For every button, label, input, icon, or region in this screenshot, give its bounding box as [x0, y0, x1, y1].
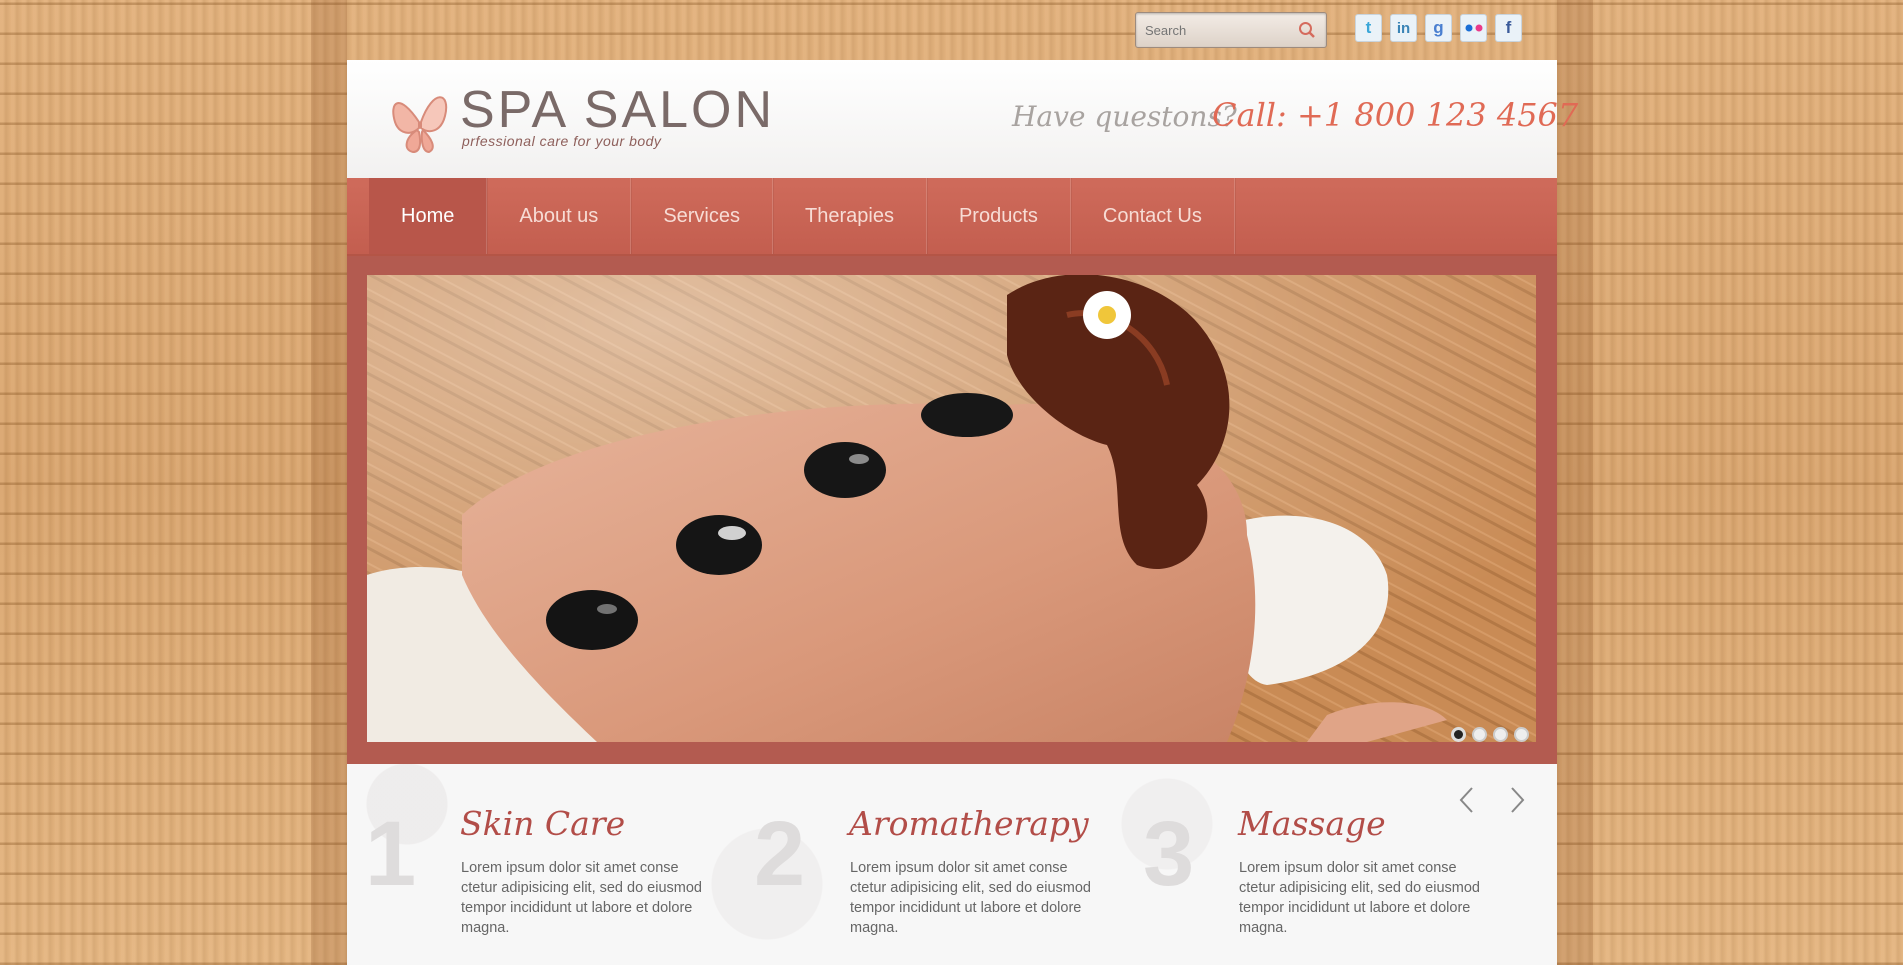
- linkedin-icon[interactable]: in: [1390, 14, 1417, 42]
- questions-text: Have questons?: [1012, 100, 1237, 133]
- page-container: SPA SALON prfessional care for your body…: [347, 60, 1578, 965]
- twitter-icon[interactable]: t: [1355, 14, 1382, 42]
- nav-therapies[interactable]: Therapies: [773, 178, 927, 254]
- nav-home[interactable]: Home: [369, 178, 488, 254]
- service-title[interactable]: Skin Care: [460, 804, 625, 843]
- service-title[interactable]: Massage: [1238, 804, 1386, 843]
- site-tagline: prfessional care for your body: [462, 133, 662, 149]
- services-section: 1 Skin Care Lorem ipsum dolor sit amet c…: [347, 764, 1557, 965]
- search-icon[interactable]: [1298, 21, 1316, 39]
- phone-number: Call: +1 800 123 4567: [1212, 96, 1579, 134]
- slider-dot-3[interactable]: [1493, 727, 1508, 742]
- nav-about-us[interactable]: About us: [487, 178, 632, 254]
- slide-image: [367, 275, 1536, 742]
- nav-products[interactable]: Products: [927, 178, 1071, 254]
- flickr-icon[interactable]: [1460, 14, 1487, 42]
- slider: [347, 256, 1557, 764]
- nav-contact-us[interactable]: Contact Us: [1071, 178, 1235, 254]
- service-text: Lorem ipsum dolor sit amet conse ctetur …: [1239, 860, 1480, 936]
- slider-dot-4[interactable]: [1514, 727, 1529, 742]
- chevron-right-icon[interactable]: [1507, 786, 1527, 814]
- left-shade: [311, 0, 347, 965]
- slider-dot-1[interactable]: [1451, 727, 1466, 742]
- service-number: 3: [1143, 803, 1195, 905]
- slider-pagination: [1451, 727, 1529, 742]
- facebook-icon[interactable]: f: [1495, 14, 1522, 42]
- service-item-skin-care: 1 Skin Care Lorem ipsum dolor sit amet c…: [365, 803, 725, 948]
- main-nav: Home About us Services Therapies Product…: [347, 178, 1557, 256]
- site-header: SPA SALON prfessional care for your body…: [347, 60, 1578, 178]
- service-number: 2: [754, 803, 806, 905]
- service-title[interactable]: Aromatherapy: [849, 804, 1089, 843]
- service-item-massage: 3 Massage Lorem ipsum dolor sit amet con…: [1143, 803, 1503, 948]
- social-links: t in g f: [1355, 14, 1522, 42]
- search-box[interactable]: [1135, 12, 1327, 48]
- service-item-aromatherapy: 2 Aromatherapy Lorem ipsum dolor sit ame…: [754, 803, 1114, 948]
- google-icon[interactable]: g: [1425, 14, 1452, 42]
- slider-dot-2[interactable]: [1472, 727, 1487, 742]
- service-number: 1: [365, 803, 417, 905]
- right-shade: [1557, 0, 1593, 965]
- search-input[interactable]: [1145, 20, 1290, 40]
- site-title[interactable]: SPA SALON: [460, 80, 775, 140]
- service-text: Lorem ipsum dolor sit amet conse ctetur …: [850, 860, 1091, 936]
- nav-services[interactable]: Services: [631, 178, 774, 254]
- butterfly-logo-icon[interactable]: [389, 82, 451, 154]
- service-text: Lorem ipsum dolor sit amet conse ctetur …: [461, 860, 702, 936]
